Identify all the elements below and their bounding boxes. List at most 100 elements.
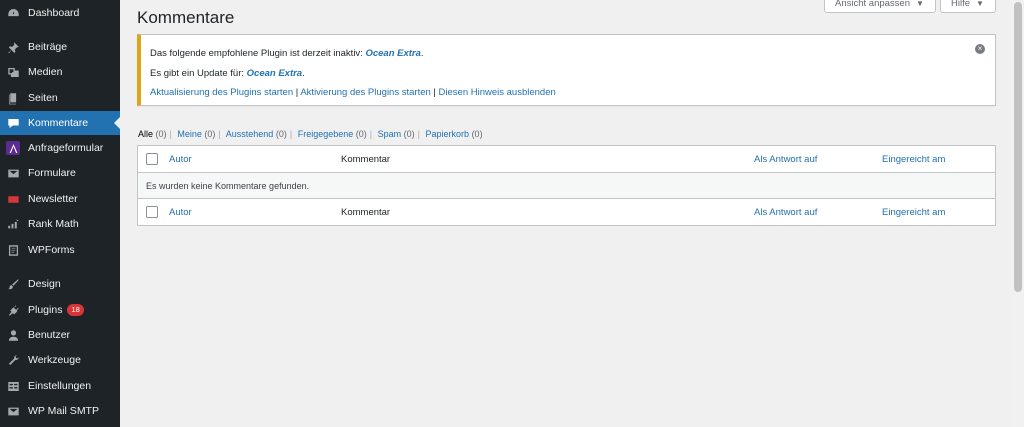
sidebar-item-label: Einstellungen — [28, 380, 92, 392]
comment-status-filters: Alle (0) | Meine (0) | Ausstehend (0) | Fre… — [138, 129, 483, 139]
page-title: Kommentare — [137, 8, 235, 27]
newsletter-icon — [6, 192, 20, 206]
plugins-update-badge: 18 — [67, 304, 84, 316]
notice-actions: Aktualisierung des Plugins starten | Akt… — [150, 87, 556, 98]
sidebar-item-label: Design — [28, 278, 61, 290]
filter-spam[interactable]: Spam (0) — [378, 129, 415, 139]
sidebar-item-kommentare[interactable]: Kommentare — [0, 111, 120, 135]
start-update-link[interactable]: Aktualisierung des Plugins starten — [150, 87, 293, 98]
column-author-sort[interactable]: Autor — [169, 207, 192, 218]
sidebar-item-plugins[interactable]: Plugins 18 — [0, 298, 120, 322]
sidebar-item-label: Beiträge — [28, 41, 68, 53]
sidebar-item-design[interactable]: Design — [0, 272, 120, 296]
separator: | — [433, 87, 436, 98]
start-activation-link[interactable]: Aktivierung des Plugins starten — [300, 87, 430, 98]
chart-icon — [6, 217, 20, 231]
pages-icon — [6, 91, 20, 105]
sidebar-item-werkzeuge[interactable]: Werkzeuge — [0, 348, 120, 372]
help-label: Hilfe — [951, 0, 971, 9]
sidebar-item-label: Kommentare — [28, 117, 89, 129]
user-icon — [6, 328, 20, 342]
sidebar-item-rank-math[interactable]: Rank Math — [0, 212, 120, 236]
column-comment: Kommentar — [341, 154, 391, 165]
sidebar-item-wp-mail-smtp[interactable]: WP Mail SMTP — [0, 399, 120, 423]
plugin-icon — [6, 303, 20, 317]
sidebar-item-wpforms[interactable]: WPForms — [0, 238, 120, 262]
dismiss-icon[interactable]: × — [975, 44, 985, 54]
plugin-name: Ocean Extra — [365, 48, 421, 59]
dashboard-icon — [6, 6, 20, 20]
plugin-notice: Das folgende empfohlene Plugin ist derze… — [137, 34, 996, 106]
caret-down-icon: ▼ — [976, 0, 984, 8]
filter-mine[interactable]: Meine (0) — [177, 129, 215, 139]
filter-label: Freigegebene — [297, 129, 354, 139]
sidebar-item-label: Dashboard — [28, 7, 80, 19]
filter-count: (0) — [155, 129, 167, 139]
envelope-icon — [6, 166, 20, 180]
sidebar-item-dashboard[interactable]: Dashboard — [0, 1, 120, 25]
filter-label: Spam — [377, 129, 402, 139]
sidebar-item-benutzer[interactable]: Benutzer — [0, 323, 120, 347]
sidebar-item-newsletter[interactable]: Newsletter — [0, 187, 120, 211]
help-button[interactable]: Hilfe ▼ — [940, 0, 996, 13]
settings-icon — [6, 379, 20, 393]
form-icon — [6, 141, 20, 155]
sidebar-item-anfrageformular[interactable]: Anfrageformular — [0, 136, 120, 160]
page-scrollbar[interactable] — [1012, 0, 1024, 427]
ocean-extra-update-link[interactable]: Ocean Extra — [247, 68, 302, 79]
sidebar-item-label: Rank Math — [28, 218, 79, 230]
ocean-extra-link[interactable]: Ocean Extra — [365, 48, 420, 59]
notice-line-update: Es gibt ein Update für: Ocean Extra. — [150, 68, 305, 79]
column-submitted-on-sort[interactable]: Eingereicht am — [882, 154, 945, 165]
sidebar-item-beitraege[interactable]: Beiträge — [0, 35, 120, 59]
column-in-response-to-sort[interactable]: Als Antwort auf — [754, 154, 817, 165]
media-icon — [6, 65, 20, 79]
select-all-checkbox[interactable] — [146, 153, 158, 165]
screen-options-button[interactable]: Ansicht anpassen ▼ — [824, 0, 936, 13]
column-comment: Kommentar — [341, 207, 391, 218]
sidebar-item-label: Newsletter — [28, 193, 78, 205]
sidebar-item-label: Formulare — [28, 167, 76, 179]
filter-label: Alle — [138, 129, 154, 139]
hide-notice-link[interactable]: Diesen Hinweis ausblenden — [439, 87, 556, 98]
filter-pending[interactable]: Ausstehend (0) — [226, 129, 287, 139]
column-in-response-to-sort[interactable]: Als Antwort auf — [754, 207, 817, 218]
filter-all[interactable]: Alle (0) — [138, 129, 167, 139]
pin-icon — [6, 40, 20, 54]
sidebar-item-medien[interactable]: Medien — [0, 60, 120, 84]
sidebar-item-einstellungen[interactable]: Einstellungen — [0, 374, 120, 398]
sidebar-item-label: Plugins — [28, 304, 63, 316]
screen-options-label: Ansicht anpassen — [835, 0, 910, 9]
filter-label: Ausstehend — [225, 129, 274, 139]
empty-row: Es wurden keine Kommentare gefunden. — [138, 172, 995, 199]
empty-message: Es wurden keine Kommentare gefunden. — [146, 181, 310, 191]
filter-approved[interactable]: Freigegebene (0) — [298, 129, 367, 139]
sidebar-item-seiten[interactable]: Seiten — [0, 86, 120, 110]
filter-label: Papierkorb — [425, 129, 470, 139]
notice-text: Es gibt ein Update für: — [150, 68, 244, 79]
brush-icon — [6, 277, 20, 291]
filter-count: (0) — [204, 129, 216, 139]
table-header-row: Autor Kommentar Als Antwort auf Eingerei… — [138, 146, 995, 172]
column-author-sort[interactable]: Autor — [169, 154, 192, 165]
filter-label: Meine — [177, 129, 202, 139]
filter-trash[interactable]: Papierkorb (0) — [426, 129, 483, 139]
scrollbar-thumb[interactable] — [1014, 2, 1022, 292]
select-all-checkbox[interactable] — [146, 206, 158, 218]
plugin-name: Ocean Extra — [246, 68, 303, 79]
notice-line-inactive: Das folgende empfohlene Plugin ist derze… — [150, 48, 424, 59]
admin-sidebar: Dashboard Beiträge Medien Seiten Komment… — [0, 0, 120, 427]
sidebar-item-label: Benutzer — [28, 329, 71, 341]
sidebar-item-label: WP Mail SMTP — [28, 405, 99, 417]
wrench-icon — [6, 353, 20, 367]
separator: | — [295, 87, 299, 98]
column-submitted-on-sort[interactable]: Eingereicht am — [882, 207, 945, 218]
comment-icon — [6, 116, 20, 130]
notice-text: Das folgende empfohlene Plugin ist derze… — [150, 48, 363, 59]
sidebar-item-label: Medien — [28, 66, 63, 78]
sidebar-item-label: Seiten — [28, 92, 58, 104]
sidebar-item-label: WPForms — [28, 244, 75, 256]
comments-table: Autor Kommentar Als Antwort auf Eingerei… — [137, 145, 996, 226]
sidebar-item-label: Werkzeuge — [28, 354, 81, 366]
sidebar-item-formulare[interactable]: Formulare — [0, 161, 120, 185]
